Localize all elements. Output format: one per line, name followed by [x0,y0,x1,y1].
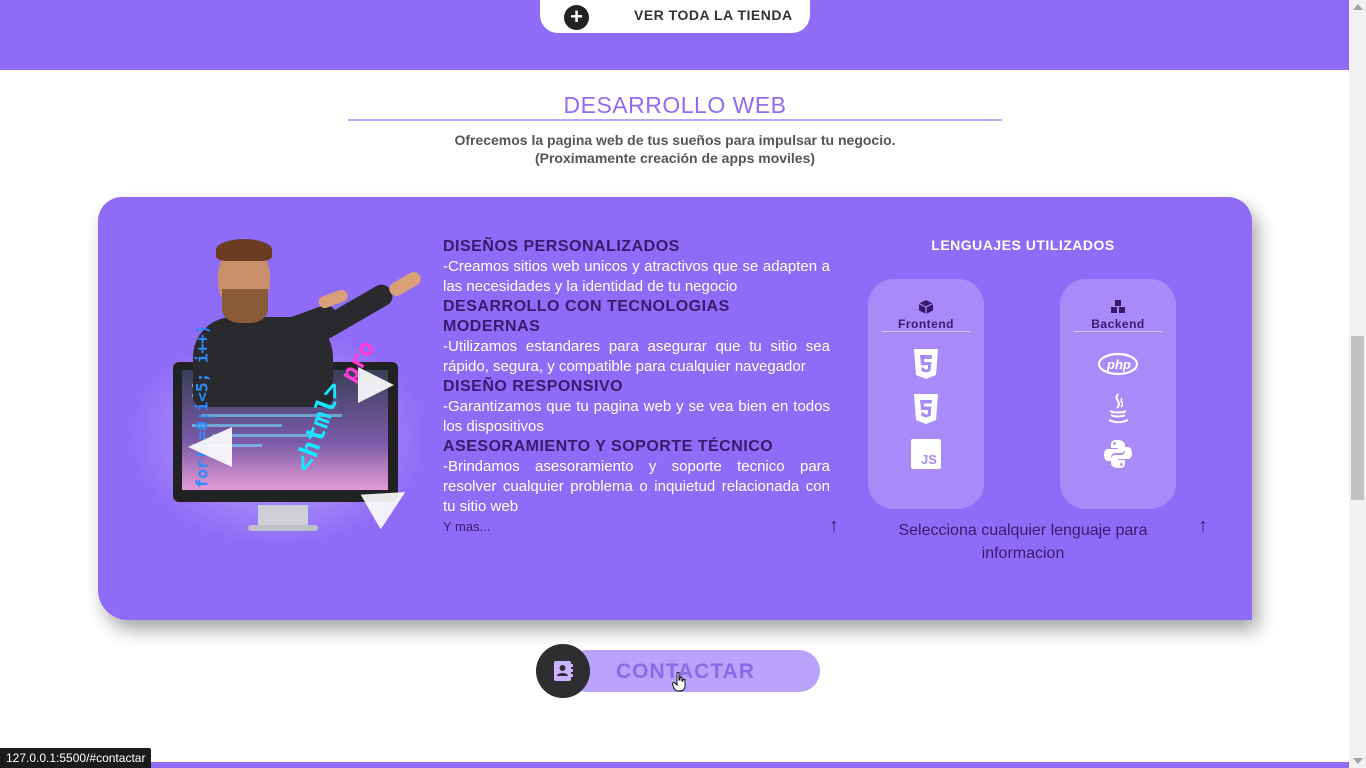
monitor-stand [258,505,308,527]
feature-title: DISEÑO RESPONSIVO [443,378,624,395]
status-bar-url: 127.0.0.1:5500/#contactar [0,748,152,768]
java-icon[interactable] [1101,392,1135,426]
cube-icon [918,300,934,314]
view-store-button[interactable]: + VER TODA LA TIENDA [540,0,810,33]
frontend-header: Frontend [868,299,984,331]
hand-cursor-icon [672,672,686,692]
section-title: DESARROLLO WEB [563,92,787,118]
light-flare [358,367,394,403]
person-hand-right [386,269,424,299]
feature-text: -Creamos sitios web unicos y atractivos … [443,258,830,295]
more-link[interactable]: Y mas... [443,519,830,534]
section-divider [348,119,1002,121]
arrow-up-icon: ↑ [1198,515,1208,537]
contact-button-icon-circle[interactable] [536,644,590,698]
feature-title: ASESORAMIENTO Y SOPORTE TÉCNICO [443,438,774,455]
php-icon[interactable]: php [1097,347,1139,381]
html5-icon[interactable] [909,347,943,381]
frontend-card: Frontend JS [868,279,984,509]
store-banner: + VER TODA LA TIENDA [0,0,1349,70]
javascript-icon-text: JS [921,452,937,467]
services-text: DISEÑOS PERSONALIZADOS -Creamos sitios w… [443,237,830,534]
php-icon-text: php [1106,357,1131,372]
contact-book-icon [554,661,573,681]
backend-label: Backend [1091,317,1145,331]
backend-card: Backend php [1060,279,1176,509]
arrow-up-icon: ↑ [829,515,839,537]
feature-text: -Utilizamos estandares para asegurar que… [443,338,830,375]
feature-text: -Garantizamos que tu pagina web y se vea… [443,398,830,435]
view-store-label: VER TODA LA TIENDA [634,7,793,23]
section-subtitle: Ofrecemos la pagina web de tus sueños pa… [348,131,1002,167]
feature-text: -Brindamos asesoramiento y soporte tecni… [443,458,830,515]
scroll-up-arrow-icon[interactable] [1353,4,1363,10]
person-beard [222,289,268,323]
light-flare [188,427,232,467]
backend-header: Backend [1060,299,1176,331]
css3-icon[interactable] [909,392,943,426]
scrollbar-thumb[interactable] [1351,336,1364,500]
languages-title: LENGUAJES UTILIZADOS [931,237,1115,253]
scroll-down-arrow-icon[interactable] [1353,758,1363,764]
cubes-icon [1111,300,1125,313]
languages-help-text: Selecciona cualquier lenguaje para infor… [898,522,1148,562]
plus-circle-icon: + [564,5,589,30]
monitor-base [248,525,318,531]
person-hair [216,239,272,261]
developer-illustration: <html> pro for(i=0;i<5; i++) [128,237,438,547]
feature-title: DISEÑOS PERSONALIZADOS [443,238,680,255]
backend-divider [1074,331,1162,332]
frontend-label: Frontend [898,317,954,331]
subtitle-line-1: Ofrecemos la pagina web de tus sueños pa… [454,132,896,148]
python-icon[interactable] [1101,437,1135,471]
subtitle-line-2: (Proximamente creación de apps moviles) [534,150,816,166]
frontend-divider [882,331,970,332]
javascript-icon[interactable]: JS [909,437,943,471]
page: + VER TODA LA TIENDA DESARROLLO WEB Ofre… [0,0,1366,768]
services-card: <html> pro for(i=0;i<5; i++) DISEÑOS PER… [98,197,1252,620]
bottom-band [0,762,1349,768]
feature-title: DESARROLLO CON TECNOLOGIAS MODERNAS [443,298,730,335]
